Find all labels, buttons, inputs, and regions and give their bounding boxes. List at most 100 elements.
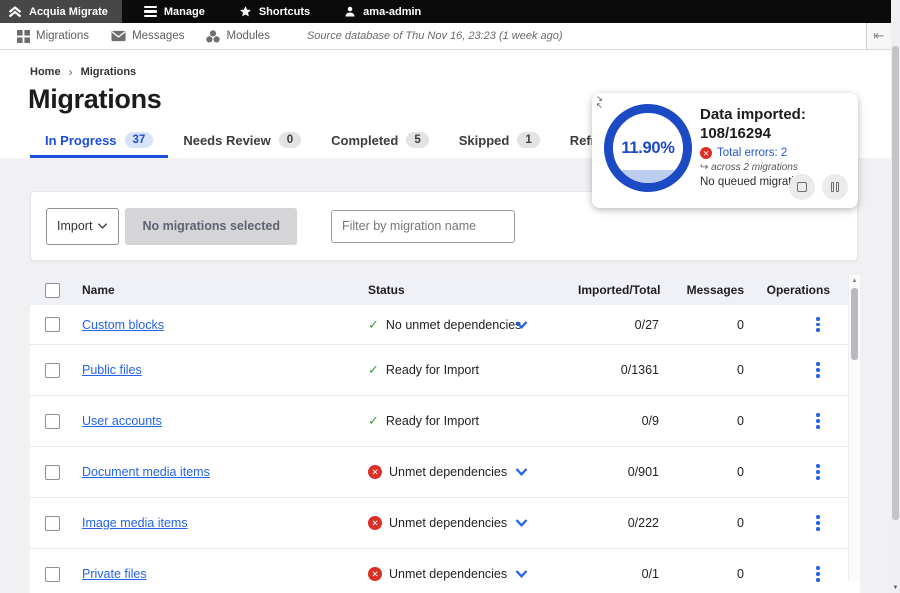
table-row: User accounts ✓ Ready for Import 0/9 0	[30, 396, 860, 447]
data-imported-label: Data imported:	[700, 105, 850, 124]
pause-button[interactable]	[822, 174, 848, 200]
tab-bar: In Progress 37 Needs Review 0 Completed …	[30, 125, 664, 158]
admin-topbar: Acquia Migrate Manage Shortcuts ama-admi…	[0, 0, 900, 23]
progress-controls	[789, 174, 848, 200]
total-errors-label: Total errors: 2	[717, 147, 787, 159]
table-row: Custom blocks ✓ No unmet dependencies 0/…	[30, 305, 860, 345]
imported-total-cell: 0/901	[578, 465, 673, 479]
status-cell: ✓ Ready for Import	[368, 345, 578, 395]
kebab-menu-icon[interactable]	[814, 410, 822, 431]
kebab-menu-icon[interactable]	[814, 461, 822, 482]
breadcrumb-current[interactable]: Migrations	[81, 66, 137, 78]
row-checkbox[interactable]	[45, 567, 60, 582]
topbar-item-user[interactable]: ama-admin	[332, 0, 433, 23]
breadcrumb-home-link[interactable]: Home	[30, 66, 61, 78]
migration-name-link[interactable]: User accounts	[82, 414, 162, 428]
tab-label: In Progress	[45, 133, 117, 148]
window-scrollbar[interactable]: ▼	[891, 0, 900, 593]
collapse-panel-icon[interactable]: ↘ ↖	[596, 95, 603, 109]
migrations-table: Name Status Imported/Total Messages Oper…	[30, 275, 860, 593]
status-cell: ✕ Unmet dependencies	[368, 447, 578, 497]
import-button-label: Import	[57, 219, 92, 233]
total-errors-link[interactable]: ✕ Total errors: 2	[700, 147, 850, 159]
breadcrumb: Home › Migrations	[0, 50, 900, 79]
row-checkbox[interactable]	[45, 317, 60, 332]
chevron-down-icon[interactable]	[515, 519, 528, 528]
row-checkbox[interactable]	[45, 465, 60, 480]
migration-name-link[interactable]: Custom blocks	[82, 318, 164, 332]
migration-name-link[interactable]: Image media items	[82, 516, 188, 530]
hook-arrow-icon: ↪	[700, 162, 708, 173]
imported-total-cell: 0/222	[578, 516, 673, 530]
messages-cell: 0	[673, 516, 758, 530]
table-scrollbar[interactable]: ▲	[848, 275, 860, 581]
migration-name-link[interactable]: Private files	[82, 567, 147, 581]
data-imported-fraction: 108/16294	[700, 124, 850, 143]
chevron-down-icon[interactable]	[515, 570, 528, 579]
kebab-menu-icon[interactable]	[814, 359, 822, 380]
table-row: Image media items ✕ Unmet dependencies 0…	[30, 498, 860, 549]
window-scrollbar-thumb[interactable]	[892, 46, 899, 520]
migration-name-link[interactable]: Document media items	[82, 465, 210, 479]
nav-item-label: Messages	[132, 30, 184, 42]
selection-status-button[interactable]: No migrations selected	[125, 208, 297, 245]
error-icon: ✕	[700, 147, 712, 159]
scroll-down-icon[interactable]: ▼	[891, 585, 900, 591]
kebab-menu-icon[interactable]	[814, 314, 822, 335]
error-icon: ✕	[368, 465, 382, 479]
user-icon	[344, 5, 356, 18]
stop-button[interactable]	[789, 174, 815, 200]
kebab-menu-icon[interactable]	[814, 512, 822, 533]
topbar-item-shortcuts[interactable]: Shortcuts	[227, 0, 322, 23]
chevron-down-icon	[97, 222, 108, 230]
table-body: Custom blocks ✓ No unmet dependencies 0/…	[30, 305, 860, 593]
row-checkbox[interactable]	[45, 363, 60, 378]
header-operations: Operations	[758, 283, 848, 297]
header-messages: Messages	[673, 283, 758, 297]
envelope-icon	[111, 30, 126, 42]
tab-in-progress[interactable]: In Progress 37	[30, 125, 168, 158]
kebab-menu-icon[interactable]	[814, 563, 822, 584]
table-row: Private files ✕ Unmet dependencies 0/1 0	[30, 549, 860, 593]
nav-item-messages[interactable]: Messages	[100, 30, 195, 42]
nav-item-modules[interactable]: Modules	[195, 30, 280, 43]
status-label: Ready for Import	[386, 363, 479, 377]
row-checkbox[interactable]	[45, 516, 60, 531]
errors-sub-note: ↪ across 2 migrations	[700, 162, 850, 173]
nav-item-migrations[interactable]: Migrations	[6, 30, 100, 43]
acquia-migrate-brand[interactable]: Acquia Migrate	[0, 0, 122, 23]
imported-total-cell: 0/1	[578, 567, 673, 581]
dock-left-icon[interactable]: ⇤	[866, 23, 891, 49]
table-scrollbar-thumb[interactable]	[851, 288, 858, 360]
acquia-logo-icon	[8, 6, 22, 18]
scroll-up-icon[interactable]: ▲	[849, 278, 860, 284]
tab-skipped[interactable]: Skipped 1	[444, 125, 555, 158]
imported-total-cell: 0/1361	[578, 363, 673, 377]
chevron-down-icon[interactable]	[515, 320, 528, 329]
migration-name-link[interactable]: Public files	[82, 363, 142, 377]
nav-item-label: Migrations	[36, 30, 89, 42]
messages-cell: 0	[673, 465, 758, 479]
error-icon: ✕	[368, 567, 382, 581]
messages-cell: 0	[673, 567, 758, 581]
status-cell: ✓ No unmet dependencies	[368, 305, 578, 344]
topbar-item-label: Shortcuts	[259, 6, 310, 18]
content-area: Import No migrations selected Name Statu…	[0, 158, 900, 593]
status-label: No unmet dependencies	[386, 318, 522, 332]
topbar-item-manage[interactable]: Manage	[132, 0, 217, 23]
star-icon	[239, 5, 252, 18]
tab-completed[interactable]: Completed 5	[316, 125, 444, 158]
status-label: Unmet dependencies	[389, 465, 507, 479]
check-icon: ✓	[368, 362, 379, 378]
chevron-down-icon[interactable]	[515, 468, 528, 477]
pause-icon	[831, 182, 840, 192]
import-dropdown-button[interactable]: Import	[46, 208, 119, 245]
tab-needs-review[interactable]: Needs Review 0	[168, 125, 316, 158]
stop-icon	[797, 182, 807, 192]
migration-filter-input[interactable]	[331, 210, 515, 243]
topbar-item-label: ama-admin	[363, 6, 421, 18]
select-all-checkbox[interactable]	[45, 283, 60, 298]
chevron-right-icon: ›	[69, 65, 73, 79]
progress-ring: 11.90%	[604, 104, 692, 192]
row-checkbox[interactable]	[45, 414, 60, 429]
